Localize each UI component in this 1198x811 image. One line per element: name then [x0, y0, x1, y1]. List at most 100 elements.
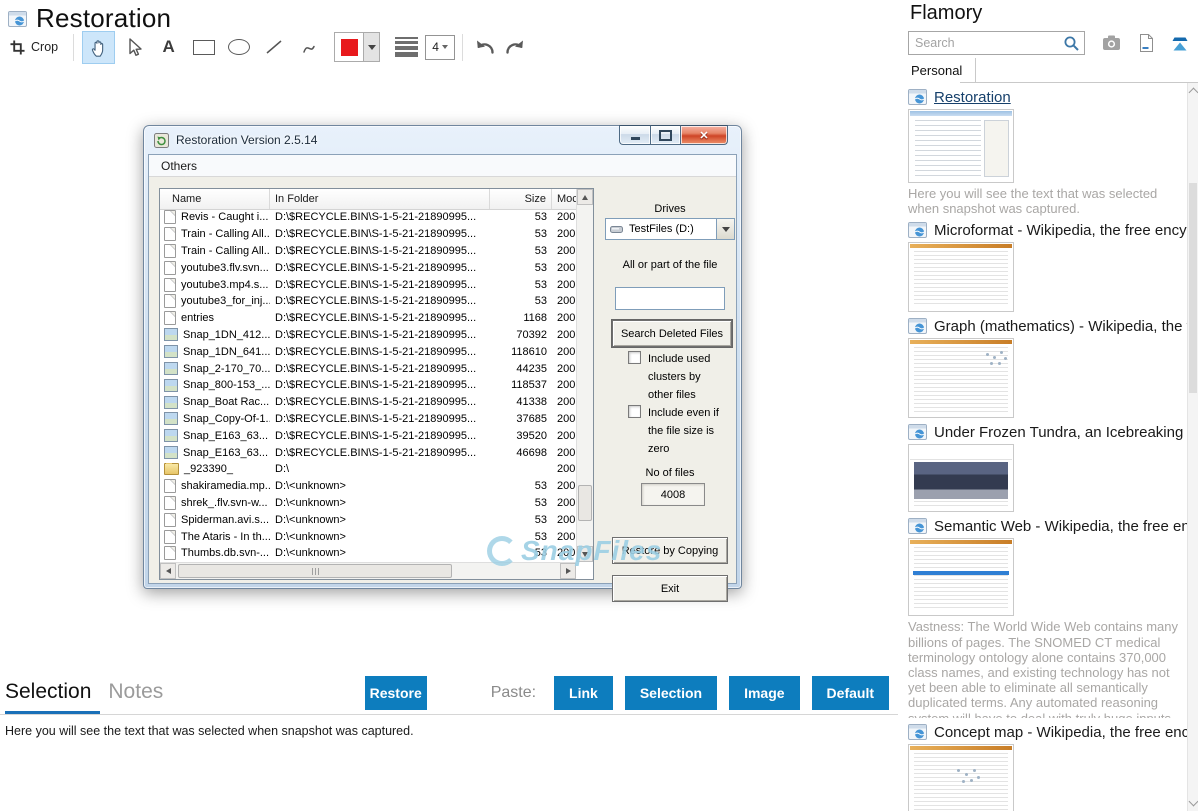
redo-button[interactable] [500, 32, 530, 62]
column-header-folder[interactable]: In Folder [270, 189, 490, 209]
list-item[interactable]: Microformat - Wikipedia, the free encycl… [908, 220, 1187, 312]
table-row[interactable]: entries D:\$RECYCLE.BIN\S-1-5-21-2189099… [160, 310, 576, 327]
table-row[interactable]: shrek_.flv.svn-w... D:\<unknown> 53 200 [160, 495, 576, 512]
tab-notes[interactable]: Notes [108, 680, 163, 706]
rectangle-tool-button[interactable] [187, 31, 220, 64]
list-item[interactable]: Restoration Here you will see the text t… [908, 87, 1187, 216]
table-row[interactable]: youtube3_for_inj... D:\$RECYCLE.BIN\S-1-… [160, 293, 576, 310]
table-row[interactable]: Revis - Caught i... D:\$RECYCLE.BIN\S-1-… [160, 209, 576, 226]
snapshot-title[interactable]: Semantic Web - Wikipedia, the free encyc… [934, 518, 1187, 535]
horizontal-scrollbar[interactable] [160, 562, 576, 579]
sidebar-scrollbar[interactable] [1187, 83, 1198, 811]
file-filter-input[interactable] [615, 287, 725, 310]
snapshot-thumbnail[interactable] [908, 444, 1014, 512]
drive-select[interactable]: TestFiles (D:) [605, 218, 735, 240]
tab-personal[interactable]: Personal [898, 58, 976, 82]
snapshot-thumbnail[interactable] [908, 538, 1014, 616]
snapshot-canvas[interactable]: Restoration Version 2.5.14 ✕ Others [0, 64, 898, 672]
snapshot-title[interactable]: Concept map - Wikipedia, the free encycl… [934, 724, 1187, 741]
scroll-up-button[interactable] [577, 189, 593, 205]
column-header-modified[interactable]: Moc [552, 189, 576, 209]
table-row[interactable]: _923390_ D:\ 200 [160, 461, 576, 478]
list-item[interactable]: Graph (mathematics) - Wikipedia, the fre… [908, 316, 1187, 418]
snapshot-thumbnail[interactable] [908, 109, 1014, 183]
search-deleted-files-button[interactable]: Search Deleted Files [612, 320, 732, 347]
paste-button-selection[interactable]: Selection [625, 676, 717, 710]
list-item[interactable]: Under Frozen Tundra, an Icebreaking Ship… [908, 422, 1187, 512]
undo-button[interactable] [470, 32, 500, 62]
list-item[interactable]: Semantic Web - Wikipedia, the free encyc… [908, 516, 1187, 718]
list-item[interactable]: Concept map - Wikipedia, the free encycl… [908, 722, 1187, 811]
table-row[interactable]: Snap_Copy-Of-1... D:\$RECYCLE.BIN\S-1-5-… [160, 411, 576, 428]
chevron-up-icon[interactable] [1189, 88, 1198, 98]
table-row[interactable]: Train - Calling All... D:\$RECYCLE.BIN\S… [160, 226, 576, 243]
select-tool-button[interactable] [117, 31, 150, 64]
snapshot-title[interactable]: Graph (mathematics) - Wikipedia, the fre… [934, 318, 1187, 335]
scrollbar-thumb[interactable] [578, 485, 592, 521]
snapshot-thumbnail[interactable] [908, 744, 1014, 811]
table-row[interactable]: Snap_2-170_70... D:\$RECYCLE.BIN\S-1-5-2… [160, 360, 576, 377]
crop-button[interactable]: Crop [10, 40, 58, 55]
table-row[interactable]: Snap_E163_63... D:\$RECYCLE.BIN\S-1-5-21… [160, 444, 576, 461]
include-zero-size-checkbox[interactable] [628, 405, 641, 418]
search-icon[interactable] [1063, 35, 1080, 52]
include-used-clusters-checkbox[interactable] [628, 351, 641, 364]
current-color[interactable] [335, 33, 363, 61]
captured-restoration-window[interactable]: Restoration Version 2.5.14 ✕ Others [143, 125, 742, 589]
ellipse-tool-button[interactable] [222, 31, 255, 64]
table-row[interactable]: shakiramedia.mp... D:\<unknown> 53 200 [160, 478, 576, 495]
snapshot-title[interactable]: Restoration [934, 89, 1187, 106]
minimize-button[interactable] [619, 125, 650, 145]
tab-selection[interactable]: Selection [5, 680, 91, 706]
table-row[interactable]: Snap_Boat Rac... D:\$RECYCLE.BIN\S-1-5-2… [160, 394, 576, 411]
paste-button-default[interactable]: Default [812, 676, 889, 710]
text-tool-button[interactable]: A [152, 31, 185, 64]
snapshot-title[interactable]: Under Frozen Tundra, an Icebreaking Ship… [934, 424, 1187, 441]
column-header-name[interactable]: Name [160, 189, 270, 209]
restore-button[interactable]: Restore [365, 676, 427, 710]
maximize-button[interactable] [650, 125, 681, 145]
menu-others[interactable]: Others [161, 159, 197, 173]
scrollbar-thumb[interactable] [178, 564, 452, 578]
scroll-down-button[interactable] [577, 546, 593, 562]
snapshot-thumbnail[interactable] [908, 242, 1014, 312]
color-dropdown-button[interactable] [363, 33, 379, 61]
table-row[interactable]: Thumbs.db.svn-... D:\<unknown> 53 200 [160, 545, 576, 562]
color-picker[interactable] [334, 32, 380, 62]
table-row[interactable]: Snap_1DN_412... D:\$RECYCLE.BIN\S-1-5-21… [160, 327, 576, 344]
line-tool-button[interactable] [257, 31, 290, 64]
snapshot-thumbnail[interactable] [908, 338, 1014, 418]
exit-button[interactable]: Exit [612, 575, 728, 602]
table-row[interactable]: Snap_800-153_... D:\$RECYCLE.BIN\S-1-5-2… [160, 377, 576, 394]
table-row[interactable]: Snap_E163_63... D:\$RECYCLE.BIN\S-1-5-21… [160, 427, 576, 444]
scroll-right-button[interactable] [560, 563, 576, 579]
dock-sidebar-button[interactable] [1170, 35, 1190, 52]
scroll-left-button[interactable] [160, 563, 176, 579]
table-row[interactable]: youtube3.mp4.s... D:\$RECYCLE.BIN\S-1-5-… [160, 276, 576, 293]
close-button[interactable]: ✕ [681, 125, 728, 145]
file-size-cell: 37685 [490, 413, 552, 425]
search-input[interactable] [909, 32, 1084, 54]
note-button[interactable] [1138, 34, 1153, 52]
table-row[interactable]: Train - Calling All... D:\$RECYCLE.BIN\S… [160, 243, 576, 260]
deleted-files-list[interactable]: Name In Folder Size Moc Revis - Caught i… [159, 188, 594, 580]
file-type-icon [164, 463, 179, 475]
window-titlebar[interactable]: Restoration Version 2.5.14 ✕ [144, 126, 741, 154]
paste-button-image[interactable]: Image [729, 676, 799, 710]
vertical-scrollbar[interactable] [576, 189, 593, 562]
table-row[interactable]: The Ataris - In th... D:\<unknown> 53 20… [160, 528, 576, 545]
scrollbar-thumb[interactable] [1189, 183, 1197, 393]
table-row[interactable]: youtube3.flv.svn... D:\$RECYCLE.BIN\S-1-… [160, 259, 576, 276]
chevron-down-icon[interactable] [1189, 797, 1198, 807]
freehand-tool-button[interactable] [292, 31, 325, 64]
restore-by-copying-button[interactable]: Restore by Copying [612, 537, 728, 564]
take-snapshot-button[interactable] [1102, 35, 1121, 51]
snapshot-title[interactable]: Microformat - Wikipedia, the free encycl… [934, 222, 1187, 239]
hand-tool-button[interactable] [82, 31, 115, 64]
table-row[interactable]: Spiderman.avi.s... D:\<unknown> 53 200 [160, 511, 576, 528]
drive-dropdown-button[interactable] [716, 219, 734, 239]
table-row[interactable]: Snap_1DN_641... D:\$RECYCLE.BIN\S-1-5-21… [160, 343, 576, 360]
column-header-size[interactable]: Size [490, 189, 552, 209]
thickness-select[interactable]: 4 [425, 35, 455, 60]
paste-button-link[interactable]: Link [554, 676, 613, 710]
